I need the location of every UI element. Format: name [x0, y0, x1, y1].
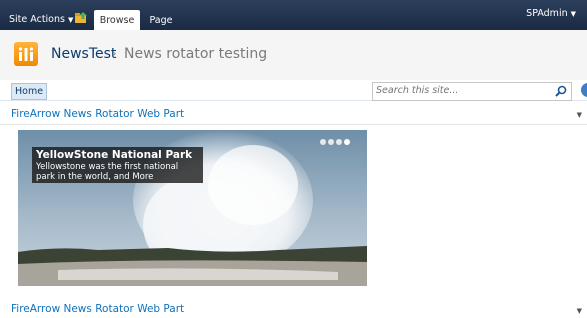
pager-dot[interactable]: [320, 139, 326, 145]
tab-page[interactable]: Page: [146, 10, 176, 30]
slide-caption[interactable]: YellowStone National Park Yellowstone wa…: [32, 147, 203, 183]
webpart-title[interactable]: FireArrow News Rotator Web Part: [11, 108, 184, 120]
user-caret-icon: ▼: [570, 10, 576, 18]
ribbon-bar: Site Actions ▼ Browse Page SPAdmin ▼: [0, 0, 587, 30]
tab-browse[interactable]: Browse: [94, 10, 140, 30]
webpart-title[interactable]: FireArrow News Rotator Web Part: [11, 303, 184, 315]
search-icon[interactable]: [555, 85, 567, 97]
user-menu[interactable]: SPAdmin ▼: [526, 8, 576, 19]
news-rotator[interactable]: YellowStone National Park Yellowstone wa…: [18, 130, 367, 286]
search-input[interactable]: [373, 83, 546, 98]
webpart-menu-icon[interactable]: ▼: [577, 307, 582, 315]
slide-summary: Yellowstone was the first national park …: [36, 162, 179, 182]
dropdown-caret-icon: ▼: [67, 16, 74, 24]
breadcrumb-separator: ›: [113, 49, 117, 58]
title-area: NewsTest › News rotator testing: [0, 30, 587, 81]
pager-dot[interactable]: [336, 139, 342, 145]
site-actions-menu[interactable]: Site Actions ▼: [9, 14, 73, 25]
site-actions-label: Site Actions: [9, 14, 65, 25]
page-title: News rotator testing: [124, 46, 268, 62]
nav-home-link[interactable]: Home: [11, 83, 48, 100]
site-title-link[interactable]: NewsTest: [51, 46, 116, 62]
search-box: [372, 82, 572, 101]
site-logo-icon[interactable]: [14, 42, 38, 66]
user-name: SPAdmin: [526, 8, 568, 19]
pager-dot-active[interactable]: [344, 139, 350, 145]
slide-headline[interactable]: YellowStone National Park: [36, 149, 199, 162]
pager-dot[interactable]: [328, 139, 334, 145]
slide-pager: [320, 135, 352, 148]
webpart-menu-icon[interactable]: ▼: [577, 111, 582, 119]
navigate-up-icon[interactable]: [75, 12, 88, 23]
